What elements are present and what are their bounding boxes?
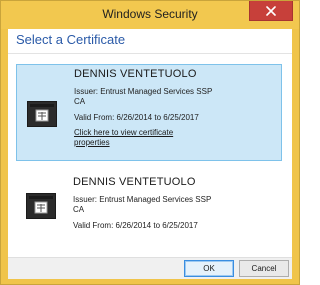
- certificate-validity: Valid From: 6/26/2014 to 6/25/2017: [73, 221, 198, 230]
- security-dialog-window: Windows Security Select a Certificate DE…: [0, 0, 300, 285]
- dialog-header: Select a Certificate: [16, 32, 126, 47]
- close-icon: [266, 5, 276, 16]
- certificate-details: DENNIS VENTETUOLO Issuer: Entrust Manage…: [74, 67, 274, 148]
- title-bar[interactable]: Windows Security: [1, 1, 299, 29]
- certificate-subject-name: DENNIS VENTETUOLO: [74, 68, 197, 80]
- certificate-icon: [27, 101, 57, 127]
- certificate-item-selected[interactable]: DENNIS VENTETUOLO Issuer: Entrust Manage…: [16, 64, 282, 161]
- dialog-footer: OK Cancel: [8, 257, 292, 279]
- certificate-subject-name: DENNIS VENTETUOLO: [73, 176, 196, 188]
- dialog-client-area: Select a Certificate DENNIS VENTETUOLO I…: [8, 29, 292, 279]
- link-line-2: properties: [74, 138, 110, 147]
- certificate-icon: [26, 193, 56, 219]
- certificate-issuer: Issuer: Entrust Managed Services SSP: [74, 87, 213, 96]
- link-line-1: Click here to view certificate: [74, 128, 174, 137]
- certificate-issuer: Issuer: Entrust Managed Services SSP: [73, 195, 212, 204]
- certificate-issuer-cont: CA: [74, 97, 86, 106]
- ok-button[interactable]: OK: [184, 260, 234, 277]
- view-certificate-properties-link[interactable]: Click here to view certificate propertie…: [74, 128, 194, 148]
- certificate-item[interactable]: DENNIS VENTETUOLO Issuer: Entrust Manage…: [16, 169, 282, 255]
- certificate-issuer-cont: CA: [73, 205, 85, 214]
- certificate-details: DENNIS VENTETUOLO Issuer: Entrust Manage…: [73, 175, 273, 231]
- certificate-validity: Valid From: 6/26/2014 to 6/25/2017: [74, 113, 199, 122]
- close-button[interactable]: [249, 1, 293, 21]
- header-divider: [8, 53, 292, 54]
- cancel-button[interactable]: Cancel: [239, 260, 289, 277]
